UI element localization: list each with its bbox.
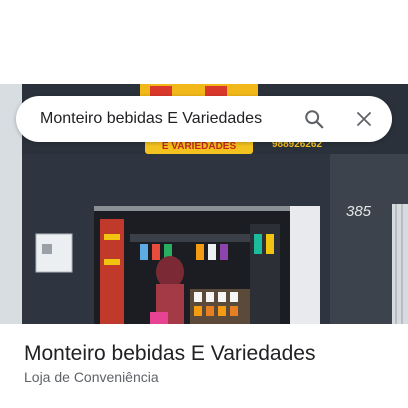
search-icon — [305, 110, 324, 129]
place-category: Loja de Conveniência — [24, 369, 159, 385]
place-title[interactable]: Monteiro bebidas E Variedades — [24, 342, 315, 366]
search-button[interactable] — [294, 99, 334, 139]
search-input[interactable]: Monteiro bebidas E Variedades — [40, 110, 294, 128]
house-number: 385 — [346, 203, 372, 220]
meter-box — [35, 233, 73, 273]
clear-search-button[interactable] — [344, 99, 384, 139]
close-icon — [357, 112, 371, 126]
search-bar[interactable]: Monteiro bebidas E Variedades — [16, 96, 392, 142]
sign-text: E VARIEDADES — [162, 141, 237, 152]
